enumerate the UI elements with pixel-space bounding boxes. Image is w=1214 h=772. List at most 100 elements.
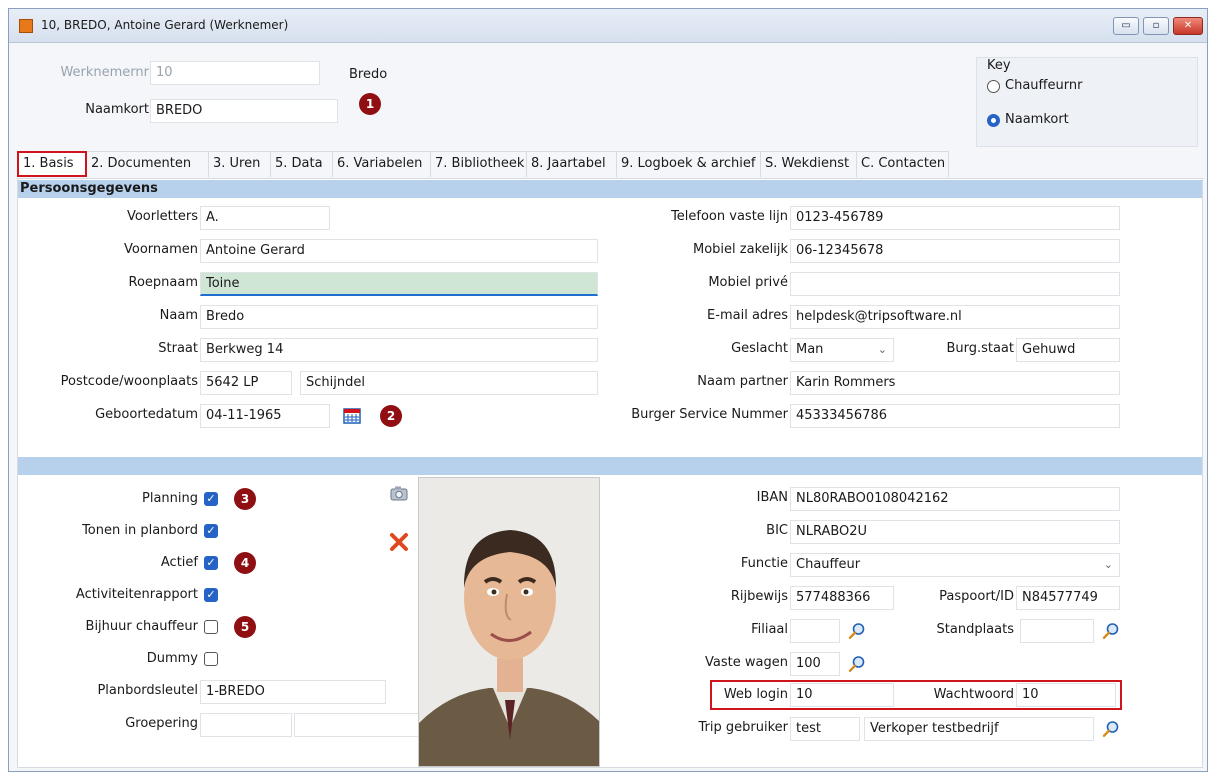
postcode-field[interactable]: 5642 LP: [200, 371, 292, 395]
camera-icon[interactable]: [388, 483, 410, 505]
partner-field[interactable]: Karin Rommers: [790, 371, 1120, 395]
telefoon-field[interactable]: 0123-456789: [790, 206, 1120, 230]
section-persoonsgegevens: Persoonsgegevens: [18, 180, 1202, 198]
naam-label: Naam: [159, 308, 198, 323]
actief-checkbox[interactable]: ✓: [204, 556, 218, 570]
activiteitenrapport-label: Activiteitenrapport: [75, 587, 198, 602]
straat-field[interactable]: Berkweg 14: [200, 338, 598, 362]
annotation-badge-2: 2: [380, 405, 402, 427]
geboortedatum-field[interactable]: 04-11-1965: [200, 404, 330, 428]
wachtwoord-label: Wachtwoord: [933, 687, 1014, 702]
filiaal-field[interactable]: [790, 619, 840, 643]
trip-gebruiker-label: Trip gebruiker: [698, 720, 788, 735]
voornamen-label: Voornamen: [123, 242, 198, 257]
geslacht-select[interactable]: Man ⌄: [790, 338, 894, 362]
groepering-code-field[interactable]: [200, 713, 292, 737]
roepnaam-field[interactable]: Toine: [200, 272, 598, 296]
rijbewijs-label: Rijbewijs: [730, 589, 788, 604]
geslacht-value: Man: [796, 342, 824, 357]
employee-window: 10, BREDO, Antoine Gerard (Werknemer) ▭ …: [8, 8, 1208, 772]
employee-name-display: Bredo: [349, 67, 388, 82]
burgstaat-label: Burg.staat: [946, 341, 1014, 356]
bic-label: BIC: [766, 523, 788, 538]
maximize-button[interactable]: ▫: [1143, 17, 1169, 35]
woonplaats-field[interactable]: Schijndel: [300, 371, 598, 395]
bsn-label: Burger Service Nummer: [631, 407, 788, 422]
tab-data[interactable]: 5. Data: [271, 151, 333, 177]
voorletters-field[interactable]: A.: [200, 206, 330, 230]
groepering-label: Groepering: [125, 716, 198, 731]
paspoort-field[interactable]: N84577749: [1016, 586, 1120, 610]
annotation-badge-4: 4: [234, 552, 256, 574]
employee-photo[interactable]: [418, 477, 600, 767]
vaste-wagen-field[interactable]: 100: [790, 652, 840, 676]
voorletters-label: Voorletters: [126, 209, 198, 224]
planbordsleutel-label: Planbordsleutel: [97, 683, 198, 698]
planning-checkbox[interactable]: ✓: [204, 492, 218, 506]
tab-bibliotheek[interactable]: 7. Bibliotheek: [431, 151, 527, 177]
tab-contacten[interactable]: C. Contacten: [857, 151, 949, 177]
section-title: Persoonsgegevens: [20, 181, 158, 196]
section-bar-2: [18, 457, 1202, 475]
mobiel-zakelijk-label: Mobiel zakelijk: [693, 242, 788, 257]
calendar-icon[interactable]: [343, 407, 361, 425]
tab-jaartabel[interactable]: 8. Jaartabel: [527, 151, 617, 177]
app-icon: [19, 19, 33, 33]
radio-naamkort[interactable]: [987, 114, 1000, 127]
mobiel-prive-field[interactable]: [790, 272, 1120, 296]
naamkort-field[interactable]: BREDO: [150, 99, 338, 123]
voornamen-field[interactable]: Antoine Gerard: [200, 239, 598, 263]
dummy-checkbox[interactable]: ✓: [204, 652, 218, 666]
iban-label: IBAN: [756, 490, 788, 505]
search-icon[interactable]: [848, 622, 866, 640]
weblogin-field[interactable]: 10: [790, 683, 894, 707]
werknemernr-field[interactable]: 10: [150, 61, 320, 85]
key-group: Key Chauffeurnr Naamkort: [976, 57, 1198, 147]
planbordsleutel-field[interactable]: 1-BREDO: [200, 680, 386, 704]
annotation-badge-3: 3: [234, 488, 256, 510]
activiteitenrapport-checkbox[interactable]: ✓: [204, 588, 218, 602]
naam-field[interactable]: Bredo: [200, 305, 598, 329]
tonen-planbord-label: Tonen in planbord: [82, 523, 198, 538]
geslacht-label: Geslacht: [731, 341, 788, 356]
radio-chauffeurnr[interactable]: [987, 80, 1000, 93]
geboortedatum-label: Geboortedatum: [95, 407, 198, 422]
bic-field[interactable]: NLRABO2U: [790, 520, 1120, 544]
postcode-label: Postcode/woonplaats: [60, 374, 198, 389]
tonen-planbord-checkbox[interactable]: ✓: [204, 524, 218, 538]
bijhuur-checkbox[interactable]: ✓: [204, 620, 218, 634]
wachtwoord-field[interactable]: 10: [1016, 683, 1116, 707]
functie-value: Chauffeur: [796, 557, 861, 572]
radio-chauffeurnr-label: Chauffeurnr: [1005, 78, 1083, 93]
iban-field[interactable]: NL80RABO0108042162: [790, 487, 1120, 511]
tab-variabelen[interactable]: 6. Variabelen: [333, 151, 431, 177]
annotation-badge-1: 1: [359, 93, 381, 115]
chevron-down-icon: ⌄: [1103, 558, 1113, 571]
planning-label: Planning: [142, 491, 198, 506]
chevron-down-icon: ⌄: [877, 343, 887, 356]
tab-uren[interactable]: 3. Uren: [209, 151, 271, 177]
tab-logboek[interactable]: 9. Logboek & archief: [617, 151, 761, 177]
burgstaat-field[interactable]: Gehuwd: [1016, 338, 1120, 362]
functie-select[interactable]: Chauffeur ⌄: [790, 553, 1120, 577]
tab-wekdienst[interactable]: S. Wekdienst: [761, 151, 857, 177]
close-button[interactable]: ✕: [1173, 17, 1203, 35]
search-icon[interactable]: [848, 655, 866, 673]
email-field[interactable]: helpdesk@tripsoftware.nl: [790, 305, 1120, 329]
standplaats-field[interactable]: [1020, 619, 1094, 643]
tab-documenten[interactable]: 2. Documenten: [87, 151, 209, 177]
email-label: E-mail adres: [707, 308, 788, 323]
search-icon[interactable]: [1102, 622, 1120, 640]
mobiel-zakelijk-field[interactable]: 06-12345678: [790, 239, 1120, 263]
tab-basis[interactable]: 1. Basis: [17, 151, 87, 177]
bsn-field[interactable]: 45333456786: [790, 404, 1120, 428]
search-icon[interactable]: [1102, 720, 1120, 738]
rijbewijs-field[interactable]: 577488366: [790, 586, 894, 610]
trip-gebruiker-field[interactable]: test: [790, 717, 860, 741]
dummy-label: Dummy: [146, 651, 198, 666]
trip-gebruiker-name-field[interactable]: Verkoper testbedrijf: [864, 717, 1094, 741]
delete-photo-icon[interactable]: [388, 531, 410, 553]
naamkort-label: Naamkort: [85, 102, 149, 117]
minimize-button[interactable]: ▭: [1113, 17, 1139, 35]
radio-naamkort-label: Naamkort: [1005, 112, 1069, 127]
